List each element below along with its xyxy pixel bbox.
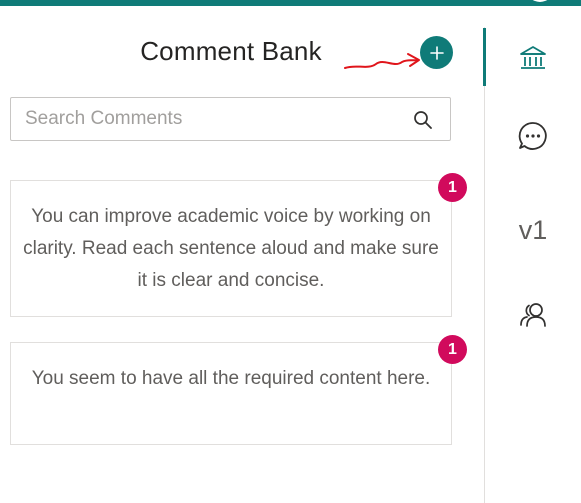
usage-count-badge: 1 <box>438 173 467 202</box>
version-label: v1 <box>518 214 548 245</box>
people-icon <box>520 303 546 327</box>
search-box[interactable] <box>10 97 451 141</box>
chat-bubble-icon <box>518 122 547 150</box>
nav-item-comment-bank[interactable] <box>485 28 581 88</box>
usage-count-badge: 1 <box>438 335 467 364</box>
comment-text: You seem to have all the required conten… <box>31 368 431 389</box>
nav-item-version[interactable]: v1 <box>485 200 581 260</box>
plus-icon <box>429 45 444 60</box>
comment-text: You can improve academic voice by workin… <box>23 206 439 291</box>
search-input[interactable] <box>25 98 405 140</box>
comment-card[interactable]: You can improve academic voice by workin… <box>10 180 452 317</box>
red-arrow-annotation <box>344 53 420 69</box>
nav-item-comments[interactable] <box>485 106 581 166</box>
nav-item-people[interactable] <box>485 285 581 345</box>
add-comment-button[interactable] <box>420 36 453 69</box>
side-nav: v1 <box>483 6 581 503</box>
bank-icon <box>520 46 546 69</box>
comment-card[interactable]: You seem to have all the required conten… <box>10 342 452 445</box>
search-icon[interactable] <box>412 109 434 131</box>
account-avatar-edge[interactable] <box>526 0 554 2</box>
comment-bank-panel: Comment Bank You can improve academic vo… <box>0 6 484 503</box>
